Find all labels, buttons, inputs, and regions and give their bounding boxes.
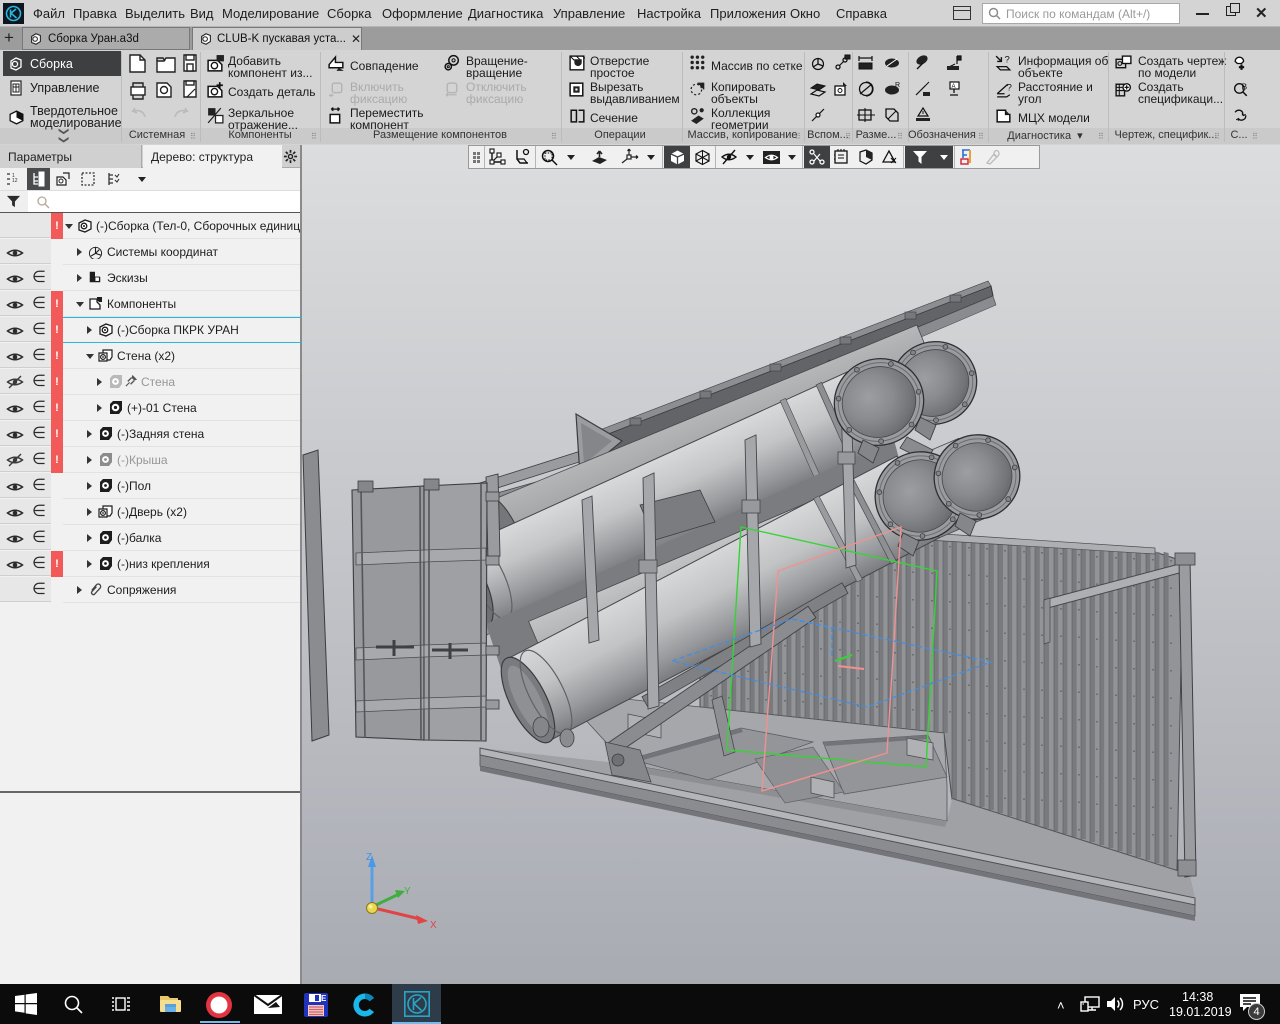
svg-text:?: ? (1005, 54, 1010, 65)
svg-text:B: B (1242, 82, 1248, 92)
svg-text:12: 12 (12, 178, 18, 184)
svg-text:X: X (430, 920, 437, 931)
svg-text:E: E (321, 994, 327, 1003)
svg-text:Y: Y (404, 886, 411, 897)
svg-text:R: R (895, 82, 900, 89)
svg-text:?: ? (1007, 83, 1012, 94)
svg-text:A: A (952, 84, 956, 90)
svg-text:Z: Z (366, 852, 372, 863)
